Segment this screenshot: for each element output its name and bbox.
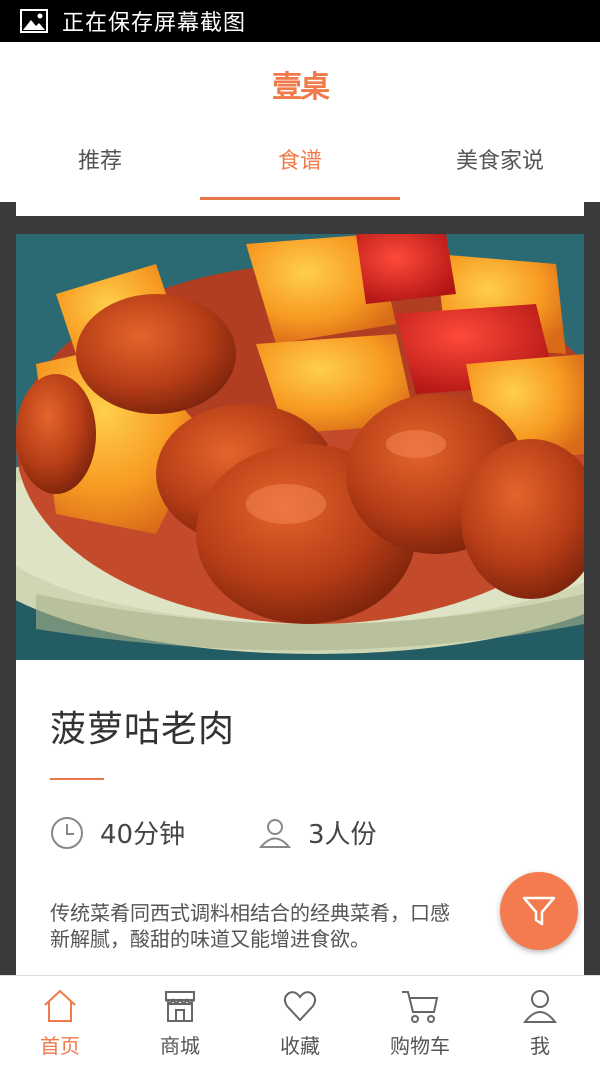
user-icon <box>522 990 558 1023</box>
servings-value: 3人份 <box>308 820 377 850</box>
image-icon <box>20 9 48 33</box>
bottom-nav: 首页 商城 收藏 购物车 我 <box>0 975 600 1068</box>
tab-gourmet-says[interactable]: 美食家说 <box>400 142 600 202</box>
nav-me-label: 我 <box>530 1034 550 1058</box>
title-divider <box>50 778 104 780</box>
nav-store[interactable]: 商城 <box>120 976 240 1068</box>
recipe-photo <box>16 234 584 660</box>
person-icon <box>258 818 292 848</box>
app-header: 壹桌 推荐 食谱 美食家说 <box>0 42 600 202</box>
status-bar: 正在保存屏幕截图 <box>0 0 600 42</box>
nav-favorites[interactable]: 收藏 <box>240 976 360 1068</box>
nav-cart-label: 购物车 <box>390 1034 450 1058</box>
cart-icon <box>402 991 439 1023</box>
nav-favorites-label: 收藏 <box>280 1034 320 1058</box>
clock-icon <box>51 816 83 849</box>
recipe-card[interactable]: 菠萝咕老肉 40分钟 3人份 传统菜肴同西式调料相结合的经典菜肴，口感 新解腻，… <box>16 234 584 994</box>
servings: 3人份 <box>258 814 377 851</box>
filter-button[interactable] <box>500 872 578 950</box>
nav-home[interactable]: 首页 <box>0 976 120 1068</box>
recipe-title: 菠萝咕老肉 <box>50 709 236 750</box>
previous-card-edge <box>16 202 584 216</box>
nav-me[interactable]: 我 <box>480 976 600 1068</box>
store-icon <box>165 991 195 1022</box>
cook-time-value: 40分钟 <box>100 820 186 850</box>
status-text: 正在保存屏幕截图 <box>62 11 247 36</box>
nav-cart[interactable]: 购物车 <box>360 976 480 1068</box>
filter-icon <box>522 896 556 926</box>
description-line-1: 传统菜肴同西式调料相结合的经典菜肴，口感 <box>50 901 450 925</box>
recipe-description: 传统菜肴同西式调料相结合的经典菜肴，口感 新解腻，酸甜的味道又能增进食欲。 <box>50 900 570 952</box>
tab-recipes[interactable]: 食谱 <box>200 142 400 202</box>
tab-recommend[interactable]: 推荐 <box>0 142 200 202</box>
heart-icon <box>283 991 317 1022</box>
app-logo: 壹桌 <box>272 70 330 105</box>
home-icon <box>44 989 76 1022</box>
nav-home-label: 首页 <box>40 1034 80 1058</box>
description-line-2: 新解腻，酸甜的味道又能增进食欲。 <box>50 927 370 951</box>
cook-time: 40分钟 <box>50 814 185 851</box>
nav-store-label: 商城 <box>160 1034 200 1058</box>
tab-bar: 推荐 食谱 美食家说 <box>0 142 600 202</box>
